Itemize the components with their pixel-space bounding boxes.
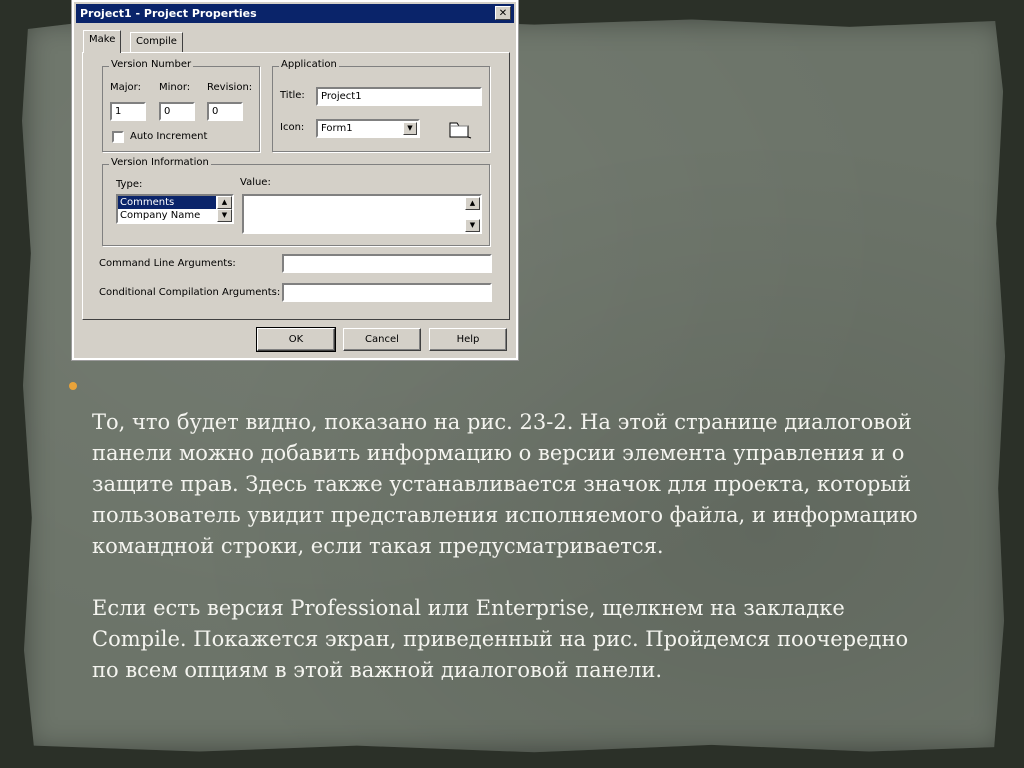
scroll-up-icon[interactable]: ▲ bbox=[217, 196, 232, 209]
ok-button[interactable]: OK bbox=[256, 327, 336, 352]
project-properties-dialog: Project1 - Project Properties ✕ Make Com… bbox=[71, 0, 519, 361]
command-line-label: Command Line Arguments: bbox=[99, 258, 236, 269]
slide-body-text: То, что будет видно, показано на рис. 23… bbox=[92, 376, 972, 717]
icon-combobox[interactable]: Form1 ▼ bbox=[316, 119, 420, 138]
type-listbox[interactable]: Comments Company Name ▲ ▼ bbox=[116, 194, 234, 224]
version-information-group-label: Version Information bbox=[109, 157, 211, 168]
chevron-down-icon[interactable]: ▼ bbox=[403, 122, 417, 135]
close-button[interactable]: ✕ bbox=[495, 6, 511, 20]
scroll-down-icon[interactable]: ▼ bbox=[465, 219, 480, 232]
revision-input[interactable]: 0 bbox=[207, 102, 243, 121]
title-input[interactable]: Project1 bbox=[316, 87, 482, 106]
close-icon: ✕ bbox=[498, 8, 508, 19]
tab-make-label: Make bbox=[89, 34, 116, 45]
scroll-down-icon[interactable]: ▼ bbox=[217, 209, 232, 222]
minor-label: Minor: bbox=[159, 82, 191, 93]
major-input[interactable]: 1 bbox=[110, 102, 146, 121]
auto-increment-label: Auto Increment bbox=[130, 131, 208, 142]
command-line-input[interactable] bbox=[282, 254, 492, 273]
value-label: Value: bbox=[240, 177, 271, 188]
list-item[interactable]: Comments bbox=[118, 196, 216, 209]
cancel-button[interactable]: Cancel bbox=[343, 328, 421, 351]
version-number-group-label: Version Number bbox=[109, 59, 194, 70]
paragraph-2: Если есть версия Professional или Enterp… bbox=[92, 596, 909, 682]
list-item[interactable]: Company Name bbox=[118, 209, 216, 222]
tab-compile[interactable]: Compile bbox=[130, 32, 183, 52]
auto-increment-checkbox[interactable] bbox=[112, 131, 124, 143]
folder-icon bbox=[449, 122, 472, 139]
application-group-label: Application bbox=[279, 59, 339, 70]
scroll-up-icon[interactable]: ▲ bbox=[465, 197, 480, 210]
title-label: Title: bbox=[280, 90, 305, 101]
icon-combobox-value: Form1 bbox=[321, 123, 353, 134]
minor-input[interactable]: 0 bbox=[159, 102, 195, 121]
value-textarea[interactable]: ▲ ▼ bbox=[242, 194, 482, 234]
conditional-compilation-input[interactable] bbox=[282, 283, 492, 302]
bullet-icon bbox=[69, 382, 77, 390]
dialog-title: Project1 - Project Properties bbox=[80, 7, 257, 20]
tab-compile-label: Compile bbox=[136, 36, 177, 47]
help-button[interactable]: Help bbox=[429, 328, 507, 351]
tab-make[interactable]: Make bbox=[83, 30, 122, 53]
conditional-compilation-label: Conditional Compilation Arguments: bbox=[99, 287, 281, 298]
icon-label: Icon: bbox=[280, 122, 305, 133]
paragraph-1: То, что будет видно, показано на рис. 23… bbox=[92, 410, 918, 558]
revision-label: Revision: bbox=[207, 82, 253, 93]
major-label: Major: bbox=[110, 82, 141, 93]
dialog-titlebar: Project1 - Project Properties ✕ bbox=[76, 4, 514, 23]
type-label: Type: bbox=[116, 179, 143, 190]
